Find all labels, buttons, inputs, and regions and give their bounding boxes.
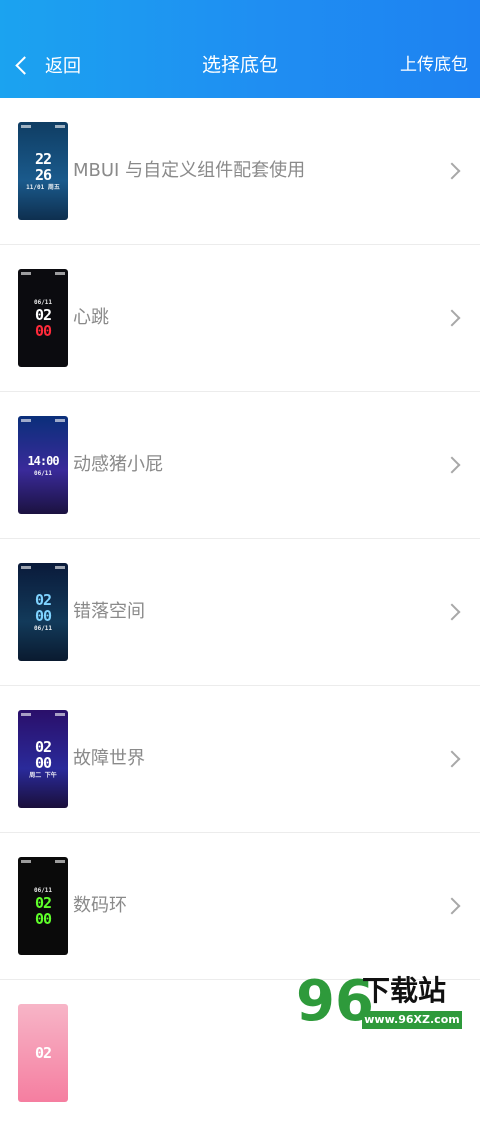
base-package-list: 22 26 11/01 周五 MBUI 与自定义组件配套使用 06/11 02 …	[0, 98, 480, 1126]
list-item-label: MBUI 与自定义组件配套使用	[73, 160, 306, 181]
list-item-label: 错落空间	[73, 601, 145, 622]
chevron-right-icon	[443, 750, 461, 768]
thumb-time: 14:00	[27, 453, 59, 468]
list-item[interactable]: 02	[0, 980, 480, 1126]
list-item-label: 心跳	[73, 307, 109, 328]
upload-base-button[interactable]: 上传底包	[400, 50, 468, 80]
thumb-date: 11/01 周五	[26, 183, 60, 191]
thumb-time-hour: 02	[34, 1044, 52, 1062]
thumb-time-minute: 26	[34, 165, 52, 184]
list-item[interactable]: 14:00 06/11 动感猪小屁	[0, 392, 480, 539]
chevron-right-icon	[443, 456, 461, 474]
thumb-time-hour: 22	[34, 149, 52, 168]
back-label: 返回	[45, 56, 81, 77]
back-button[interactable]: 返回	[14, 50, 81, 80]
list-item[interactable]: 02 00 周二 下午 故障世界	[0, 686, 480, 833]
thumb-time-minute: 00	[34, 321, 52, 340]
thumb-date: 周二 下午	[29, 771, 57, 779]
list-item[interactable]: 06/11 02 00 数码环	[0, 833, 480, 980]
thumb-time-hour: 02	[34, 737, 52, 756]
watchface-thumbnail: 02 00 周二 下午	[18, 710, 68, 808]
chevron-left-icon	[15, 55, 34, 75]
list-item-label: 动感猪小屁	[73, 454, 163, 475]
list-item[interactable]: 06/11 02 00 心跳	[0, 245, 480, 392]
thumb-date: 06/11	[33, 298, 53, 306]
thumb-date: 06/11	[33, 624, 53, 632]
thumb-time-hour: 02	[34, 590, 52, 609]
thumb-date: 06/11	[33, 886, 53, 894]
thumb-time-minute: 00	[34, 909, 52, 928]
chevron-right-icon	[443, 309, 461, 327]
watchface-thumbnail: 14:00 06/11	[18, 416, 68, 514]
thumb-date: 06/11	[33, 469, 53, 477]
thumb-time-hour: 02	[34, 893, 52, 912]
chevron-right-icon	[443, 603, 461, 621]
thumb-time-minute: 00	[34, 606, 52, 625]
watchface-thumbnail: 22 26 11/01 周五	[18, 122, 68, 220]
thumb-time-hour: 02	[34, 305, 52, 324]
watchface-thumbnail: 06/11 02 00	[18, 269, 68, 367]
chevron-right-icon	[443, 897, 461, 915]
list-item[interactable]: 02 00 06/11 错落空间	[0, 539, 480, 686]
thumb-time-minute: 00	[34, 753, 52, 772]
watchface-thumbnail: 06/11 02 00	[18, 857, 68, 955]
top-app-bar: 返回 选择底包 上传底包	[0, 0, 480, 98]
list-item-label: 故障世界	[73, 748, 145, 769]
list-item-label: 数码环	[73, 895, 127, 916]
watchface-thumbnail: 02	[18, 1004, 68, 1102]
chevron-right-icon	[443, 162, 461, 180]
list-item[interactable]: 22 26 11/01 周五 MBUI 与自定义组件配套使用	[0, 98, 480, 245]
watchface-thumbnail: 02 00 06/11	[18, 563, 68, 661]
